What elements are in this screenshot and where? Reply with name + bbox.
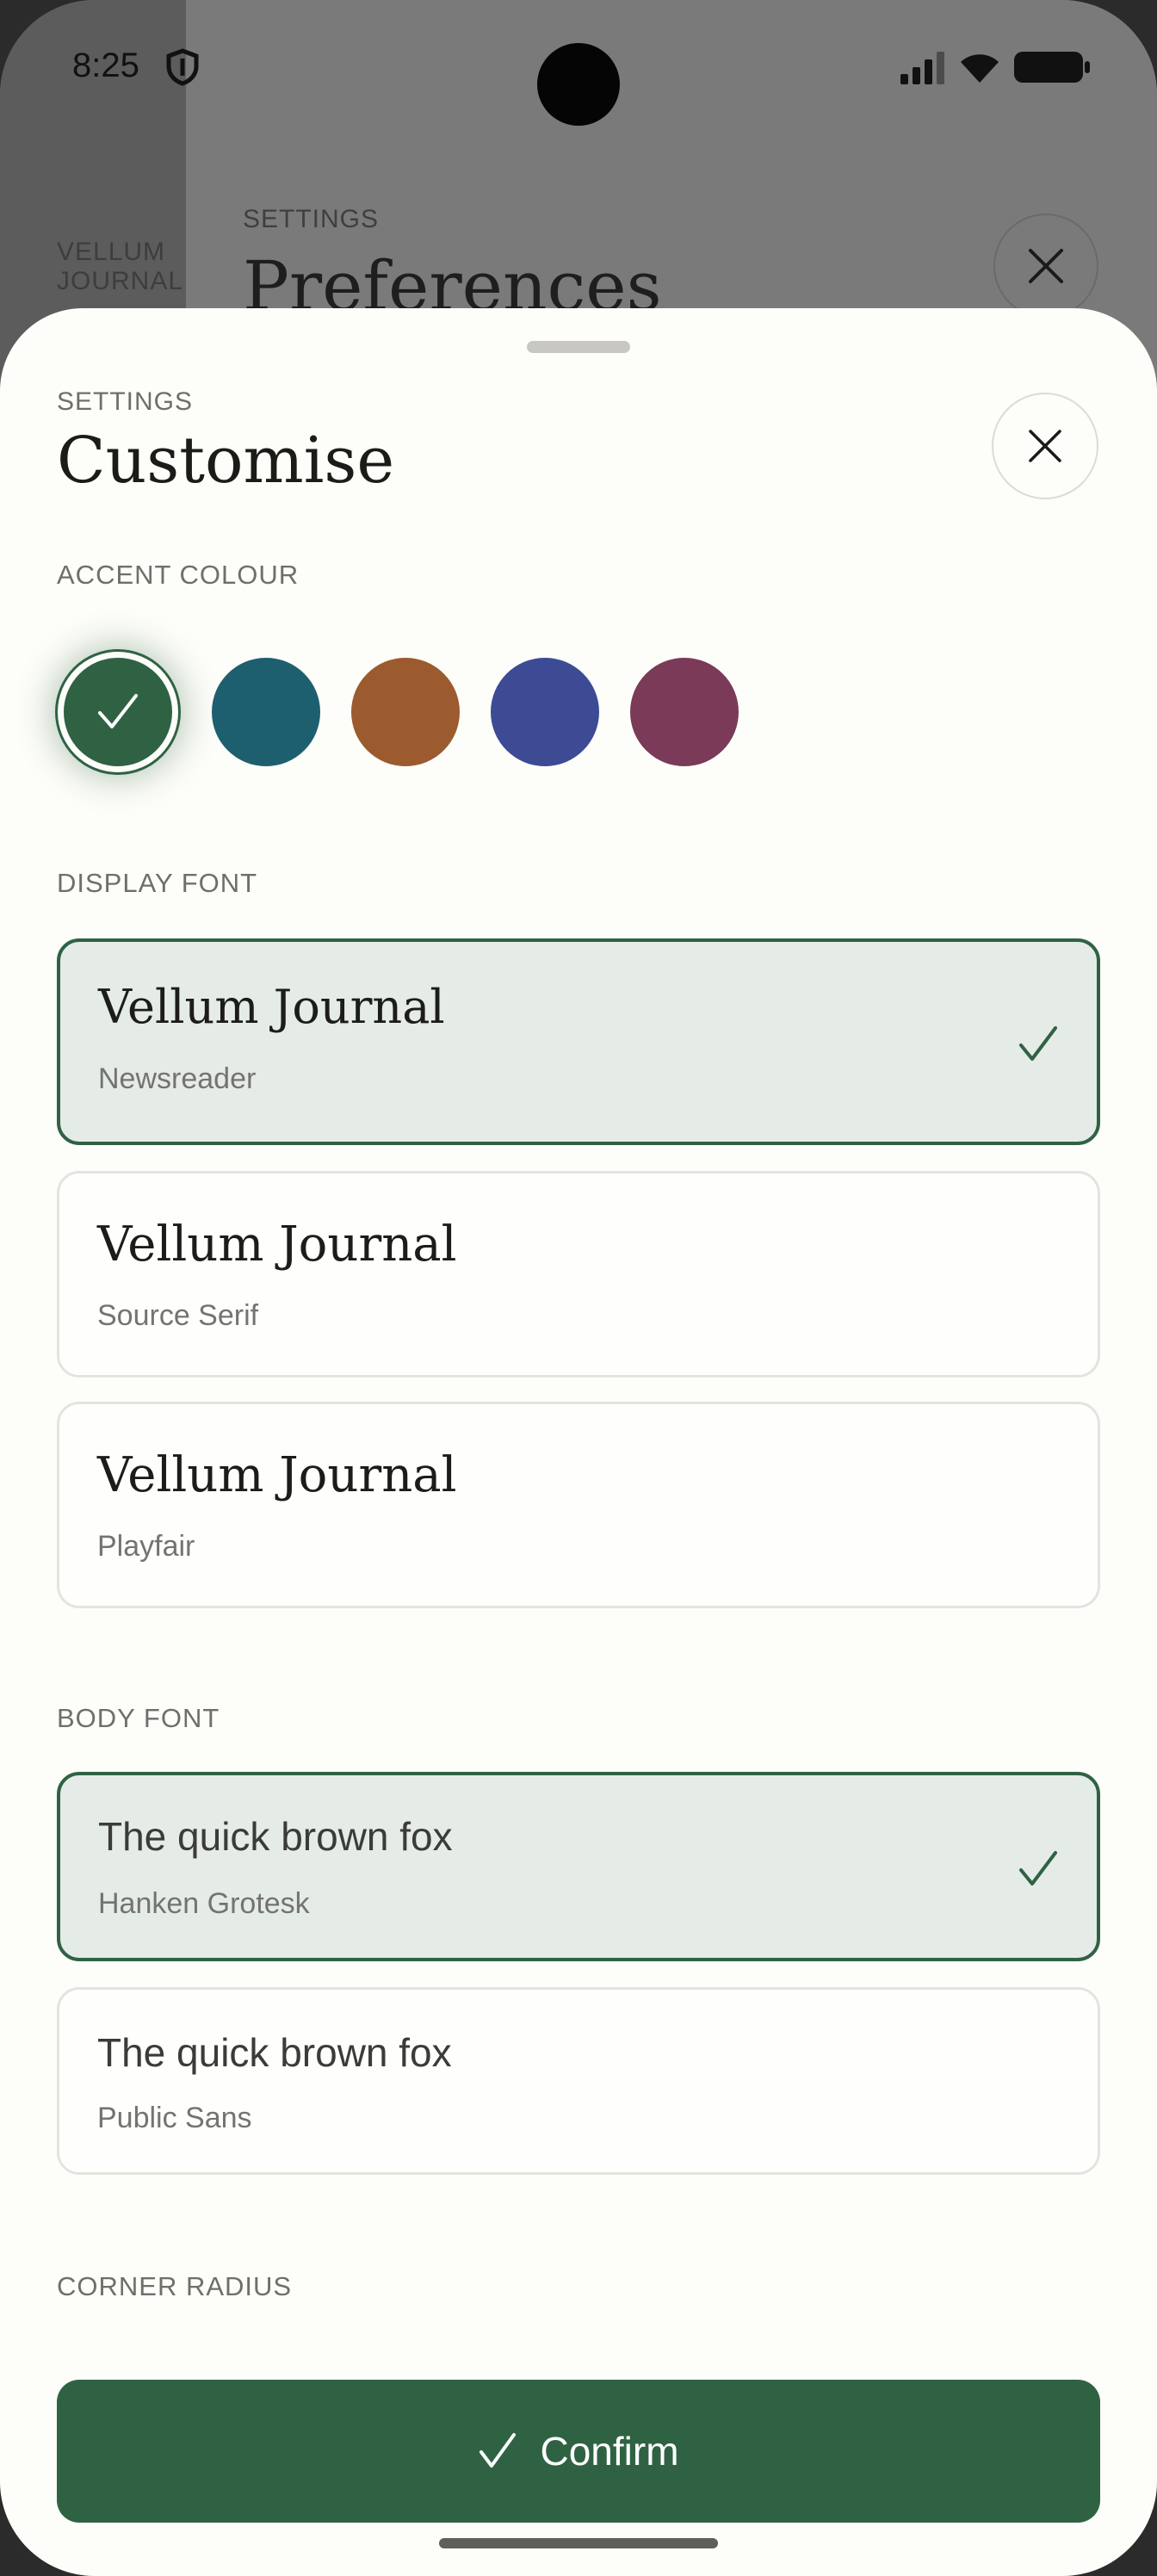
confirm-label: Confirm bbox=[540, 2429, 679, 2474]
body-font-sample: The quick brown fox bbox=[97, 2030, 452, 2075]
sheet-label: SETTINGS bbox=[57, 387, 194, 416]
accent-swatch-1[interactable] bbox=[212, 658, 320, 766]
customise-sheet: SETTINGS Customise ACCENT COLOUR DISPLAY… bbox=[0, 308, 1157, 2576]
check-icon bbox=[1019, 1851, 1057, 1886]
body-font-option-public-sans[interactable]: The quick brown fox Public Sans bbox=[57, 1987, 1100, 2175]
close-icon bbox=[1029, 430, 1061, 462]
close-icon bbox=[1029, 249, 1063, 283]
status-bar: 8:25 bbox=[0, 0, 1157, 138]
corner-radius-heading: CORNER RADIUS bbox=[57, 2271, 293, 2301]
check-icon bbox=[480, 2433, 517, 2468]
display-font-option-source-serif[interactable]: Vellum Journal Source Serif bbox=[57, 1171, 1100, 1378]
body-font-name: Hanken Grotesk bbox=[98, 1887, 310, 1920]
sheet-title: Customise bbox=[57, 424, 395, 498]
background-side-label: VELLUM JOURNAL bbox=[57, 238, 184, 295]
accent-colour-heading: ACCENT COLOUR bbox=[57, 560, 300, 590]
body-font-sample: The quick brown fox bbox=[98, 1814, 453, 1859]
display-font-name: Source Serif bbox=[97, 1299, 259, 1332]
check-icon bbox=[1019, 1026, 1057, 1061]
display-font-heading: DISPLAY FONT bbox=[57, 868, 258, 898]
screen: VELLUM JOURNAL SETTINGS Preferences 8:25… bbox=[0, 0, 1157, 2576]
battery-icon bbox=[1014, 52, 1090, 83]
display-font-option-playfair[interactable]: Vellum Journal Playfair bbox=[57, 1402, 1100, 1608]
wifi-icon bbox=[961, 54, 999, 83]
body-font-option-hanken-grotesk[interactable]: The quick brown fox Hanken Grotesk bbox=[57, 1772, 1100, 1961]
drag-handle[interactable] bbox=[527, 341, 630, 353]
close-button[interactable] bbox=[992, 393, 1098, 499]
background-section-label: SETTINGS bbox=[243, 205, 380, 233]
shield-icon bbox=[166, 48, 199, 86]
confirm-button[interactable]: Confirm bbox=[57, 2380, 1100, 2523]
home-indicator[interactable] bbox=[439, 2538, 718, 2548]
body-font-heading: BODY FONT bbox=[57, 1703, 220, 1733]
display-font-sample: Vellum Journal bbox=[97, 1217, 457, 1273]
display-font-option-newsreader[interactable]: Vellum Journal Newsreader bbox=[57, 938, 1100, 1145]
accent-swatch-2[interactable] bbox=[351, 658, 460, 766]
accent-swatch-0[interactable] bbox=[64, 658, 172, 766]
accent-swatch-4[interactable] bbox=[630, 658, 739, 766]
check-icon bbox=[98, 694, 138, 728]
display-font-sample: Vellum Journal bbox=[97, 1447, 457, 1503]
front-camera bbox=[537, 43, 620, 126]
display-font-sample: Vellum Journal bbox=[98, 980, 445, 1034]
accent-swatch-3[interactable] bbox=[491, 658, 599, 766]
body-font-name: Public Sans bbox=[97, 2102, 252, 2134]
status-time: 8:25 bbox=[72, 46, 139, 84]
display-font-name: Newsreader bbox=[98, 1062, 257, 1095]
background-close-button bbox=[993, 214, 1098, 319]
display-font-name: Playfair bbox=[97, 1530, 195, 1563]
signal-icon bbox=[900, 52, 944, 84]
